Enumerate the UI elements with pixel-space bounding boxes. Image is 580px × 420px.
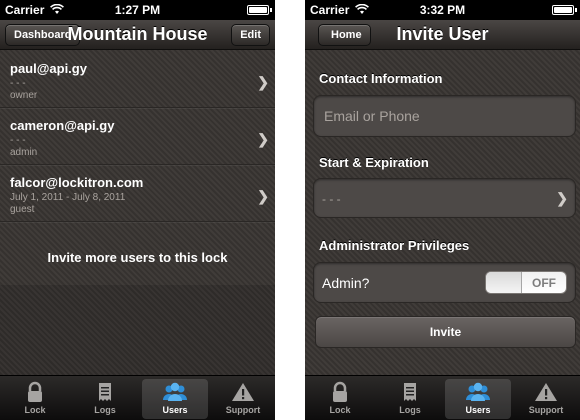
chevron-right-icon: ❯ — [257, 188, 269, 204]
tab-logs[interactable]: Logs — [377, 379, 443, 419]
user-list: paul@api.gy - - - owner ❯ cameron@api.gy… — [0, 51, 275, 222]
user-dates: - - - — [10, 135, 26, 146]
invite-user-screen: Carrier 3:32 PM Home Invite User Contact… — [305, 0, 580, 420]
admin-section-label: Administrator Privileges — [319, 238, 470, 253]
status-bar: Carrier 3:32 PM — [305, 0, 580, 20]
date-value: - - - — [322, 192, 341, 206]
users-screen: Carrier 1:27 PM Dashboard Mountain House… — [0, 0, 275, 420]
invite-button[interactable]: Invite — [315, 316, 576, 348]
chevron-right-icon: ❯ — [257, 131, 269, 147]
battery-icon — [552, 5, 577, 15]
user-role: owner — [10, 90, 38, 101]
user-role: admin — [10, 147, 38, 158]
users-icon — [466, 382, 490, 401]
list-item[interactable]: falcor@lockitron.com July 1, 2011 - July… — [0, 165, 275, 222]
lock-icon — [28, 381, 42, 402]
user-email: cameron@api.gy — [10, 118, 115, 133]
list-item[interactable]: cameron@api.gy - - - admin ❯ — [0, 108, 275, 165]
tab-label: Logs — [399, 405, 421, 415]
clock: 1:27 PM — [114, 3, 161, 17]
user-dates: - - - — [10, 78, 26, 89]
logs-icon — [99, 383, 111, 401]
tab-support[interactable]: Support — [210, 379, 275, 419]
user-role: guest — [10, 204, 35, 215]
tab-support[interactable]: Support — [513, 379, 579, 419]
tab-label: Support — [528, 405, 564, 415]
invite-more-users-link[interactable]: Invite more users to this lock — [0, 250, 275, 265]
chevron-right-icon: ❯ — [556, 190, 568, 206]
user-email: paul@api.gy — [10, 61, 87, 76]
nav-bar: Home Invite User — [305, 20, 580, 50]
admin-toggle[interactable]: OFF — [485, 271, 567, 294]
tab-bar: Lock Logs Users Support — [0, 375, 275, 420]
tab-users[interactable]: Users — [142, 379, 208, 419]
tab-label: Support — [225, 405, 261, 415]
contact-section-label: Contact Information — [319, 71, 443, 86]
lock-icon — [333, 381, 347, 402]
list-item[interactable]: paul@api.gy - - - owner ❯ — [0, 51, 275, 108]
chevron-right-icon: ❯ — [257, 74, 269, 90]
start-expiration-picker[interactable]: - - - ❯ — [313, 178, 576, 218]
tab-bar: Lock Logs Users Support — [305, 375, 580, 420]
warning-icon — [232, 383, 254, 401]
clock: 3:32 PM — [419, 3, 466, 17]
battery-icon — [247, 5, 272, 15]
admin-field-label: Admin? — [322, 275, 370, 291]
email-or-phone-input[interactable] — [314, 96, 575, 136]
edit-button[interactable]: Edit — [231, 24, 270, 46]
toggle-state-label: OFF — [532, 276, 556, 290]
tab-label: Logs — [94, 405, 116, 415]
status-bar: Carrier 1:27 PM — [0, 0, 275, 20]
tab-label: Lock — [24, 405, 46, 415]
users-icon — [163, 382, 187, 401]
tab-logs[interactable]: Logs — [72, 379, 138, 419]
tab-users[interactable]: Users — [445, 379, 511, 419]
email-field-container — [313, 95, 576, 137]
user-email: falcor@lockitron.com — [10, 175, 144, 190]
user-dates: July 1, 2011 - July 8, 2011 — [10, 192, 126, 203]
toggle-knob — [486, 272, 522, 293]
empty-area — [0, 285, 275, 375]
tab-label: Users — [465, 405, 491, 415]
warning-icon — [535, 383, 557, 401]
admin-row: Admin? OFF — [313, 262, 576, 303]
dates-section-label: Start & Expiration — [319, 155, 429, 170]
tab-label: Users — [162, 405, 188, 415]
page-title: Invite User — [396, 24, 489, 44]
logs-icon — [404, 383, 416, 401]
tab-lock[interactable]: Lock — [307, 379, 373, 419]
nav-bar: Dashboard Mountain House Edit — [0, 20, 275, 50]
tab-lock[interactable]: Lock — [2, 379, 68, 419]
tab-label: Lock — [329, 405, 351, 415]
